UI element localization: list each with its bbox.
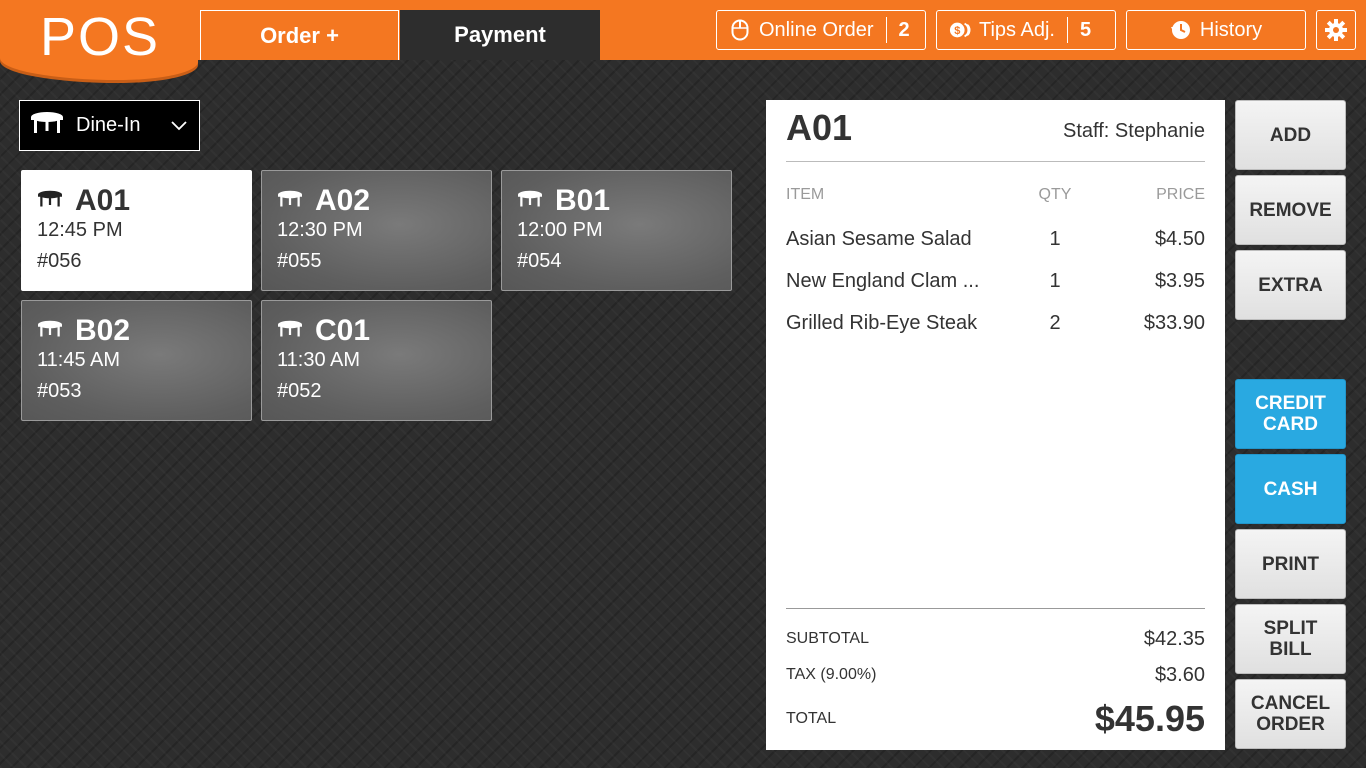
receipt-column-headers: ITEM QTY PRICE: [786, 186, 1205, 204]
history-label: History: [1199, 18, 1263, 41]
table-time: 12:00 PM: [517, 219, 603, 241]
add-button[interactable]: ADD: [1235, 100, 1346, 170]
tips-adjust-count: 5: [1079, 18, 1092, 41]
receipt-items: Asian Sesame Salad 1 $4.50 New England C…: [786, 218, 1205, 344]
tab-payment[interactable]: Payment: [400, 10, 600, 60]
dine-type-select[interactable]: Dine-In: [19, 100, 200, 151]
tax-row: TAX (9.00%) $3.60: [786, 657, 1205, 693]
table-icon: [30, 111, 64, 141]
receipt-header: A01 Staff: Stephanie: [786, 100, 1205, 162]
total-label: TOTAL: [786, 710, 837, 727]
divider: [1066, 17, 1068, 43]
receipt-totals: SUBTOTAL $42.35 TAX (9.00%) $3.60 TOTAL …: [786, 608, 1205, 745]
tips-adjust-button[interactable]: $ Tips Adj. 5: [936, 10, 1116, 50]
remove-button[interactable]: REMOVE: [1235, 175, 1346, 245]
cancel-order-button[interactable]: CANCEL ORDER: [1235, 679, 1346, 749]
total-value: $45.95: [1094, 698, 1205, 739]
table-card-b02[interactable]: B02 11:45 AM #053: [21, 300, 252, 421]
coins-icon: $: [949, 19, 971, 41]
list-item[interactable]: Asian Sesame Salad 1 $4.50: [786, 218, 1205, 260]
subtotal-label: SUBTOTAL: [786, 630, 869, 647]
table-name: A01: [75, 184, 131, 217]
order-number: #053: [37, 380, 82, 402]
gear-icon: [1324, 18, 1348, 42]
order-number: #052: [277, 380, 322, 402]
table-name: B02: [75, 314, 131, 347]
table-time: 12:45 PM: [37, 219, 123, 241]
tax-value: $3.60: [1154, 663, 1205, 686]
credit-card-button[interactable]: CREDIT CARD: [1235, 379, 1346, 449]
item-name: New England Clam ...: [786, 269, 980, 292]
column-item: ITEM: [786, 186, 825, 203]
tax-label: TAX (9.00%): [786, 666, 877, 683]
column-qty: QTY: [1038, 186, 1072, 203]
item-name: Asian Sesame Salad: [786, 227, 972, 250]
mouse-icon: [729, 19, 751, 41]
item-price: $4.50: [1154, 227, 1205, 250]
item-price: $33.90: [1143, 311, 1205, 334]
table-name: A02: [315, 184, 371, 217]
order-number: #054: [517, 250, 562, 272]
item-qty: 2: [1049, 311, 1061, 334]
clock-history-icon: [1170, 19, 1192, 41]
receipt-staff: Staff: Stephanie: [1063, 120, 1205, 142]
print-button[interactable]: PRINT: [1235, 529, 1346, 599]
table-icon: [277, 320, 303, 343]
table-icon: [37, 190, 63, 213]
item-name: Grilled Rib-Eye Steak: [786, 311, 978, 334]
item-qty: 1: [1049, 269, 1061, 292]
item-price: $3.95: [1154, 269, 1205, 292]
split-bill-button[interactable]: SPLIT BILL: [1235, 604, 1346, 674]
settings-button[interactable]: [1316, 10, 1356, 50]
table-card-c01[interactable]: C01 11:30 AM #052: [261, 300, 492, 421]
tab-order[interactable]: Order +: [200, 10, 399, 60]
table-icon: [517, 190, 543, 213]
table-icon: [277, 190, 303, 213]
tips-adjust-label: Tips Adj.: [979, 18, 1055, 41]
table-icon: [37, 320, 63, 343]
chevron-down-icon: [171, 114, 187, 137]
dine-type-value: Dine-In: [76, 114, 141, 136]
order-receipt: A01 Staff: Stephanie ITEM QTY PRICE Asia…: [766, 100, 1225, 750]
table-name: B01: [555, 184, 611, 217]
table-card-a02[interactable]: A02 12:30 PM #055: [261, 170, 492, 291]
table-time: 12:30 PM: [277, 219, 363, 241]
total-row: TOTAL $45.95: [786, 693, 1205, 745]
table-card-b01[interactable]: B01 12:00 PM #054: [501, 170, 732, 291]
extra-button[interactable]: EXTRA: [1235, 250, 1346, 320]
table-time: 11:30 AM: [277, 349, 361, 371]
subtotal-value: $42.35: [1143, 627, 1205, 650]
history-button[interactable]: History: [1126, 10, 1306, 50]
table-card-a01[interactable]: A01 12:45 PM #056: [21, 170, 252, 291]
online-order-count: 2: [898, 18, 910, 41]
table-time: 11:45 AM: [37, 349, 121, 371]
column-price: PRICE: [1156, 186, 1205, 203]
order-number: #056: [37, 250, 82, 272]
table-name: C01: [315, 314, 371, 347]
app-logo: POS: [39, 7, 161, 67]
online-order-label: Online Order: [759, 18, 874, 41]
svg-text:$: $: [954, 25, 960, 37]
item-qty: 1: [1049, 227, 1061, 250]
divider: [885, 17, 887, 43]
list-item[interactable]: Grilled Rib-Eye Steak 2 $33.90: [786, 302, 1205, 344]
list-item[interactable]: New England Clam ... 1 $3.95: [786, 260, 1205, 302]
order-number: #055: [277, 250, 322, 272]
cash-button[interactable]: CASH: [1235, 454, 1346, 524]
subtotal-row: SUBTOTAL $42.35: [786, 621, 1205, 657]
receipt-table-name: A01: [786, 107, 853, 148]
online-order-button[interactable]: Online Order 2: [716, 10, 926, 50]
